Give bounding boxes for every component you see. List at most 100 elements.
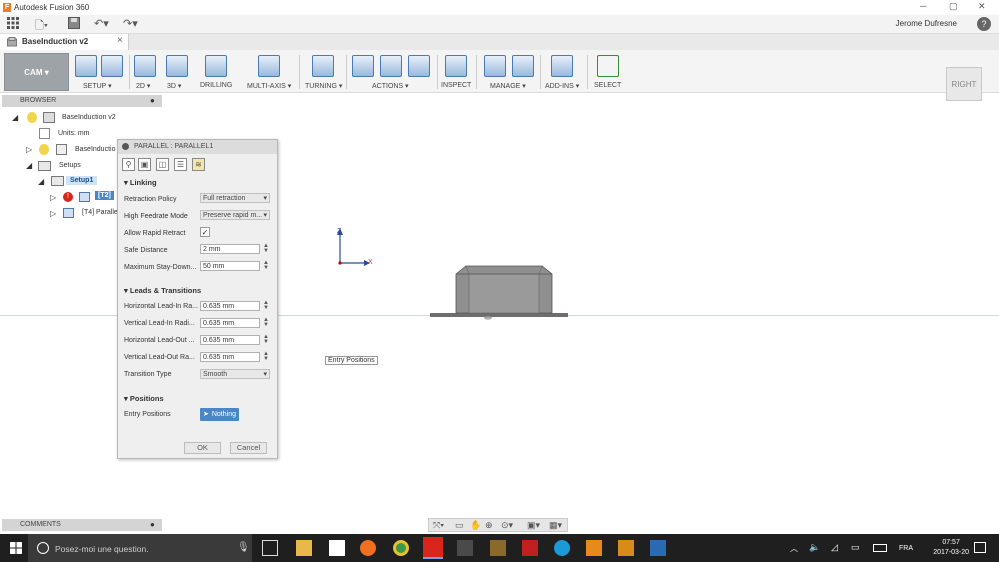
geometry-tab-icon[interactable]: ▣ xyxy=(138,158,151,171)
leads-section-header[interactable]: ▾ Leads & Transitions xyxy=(124,286,201,295)
ribbon-group-drilling[interactable]: DRILLING xyxy=(200,53,232,91)
file-explorer-icon[interactable] xyxy=(296,540,312,556)
microphone-icon[interactable]: 🎙 xyxy=(237,542,250,553)
app-icon[interactable] xyxy=(586,540,602,556)
ribbon-group-inspect[interactable]: INSPECT xyxy=(441,53,471,91)
comments-panel-header[interactable]: COMMENTS ● xyxy=(2,519,162,531)
maximize-button[interactable]: ▢ xyxy=(949,1,958,12)
action-center-icon[interactable] xyxy=(974,542,986,553)
comments-pin-icon[interactable]: ● xyxy=(150,520,155,529)
positions-section-header[interactable]: ▾ Positions xyxy=(124,394,164,403)
windows-start-icon[interactable] xyxy=(10,542,22,556)
look-at-icon[interactable]: ▭ xyxy=(455,520,464,531)
passes-tab-icon[interactable]: ☰ xyxy=(174,158,187,171)
app-icon[interactable] xyxy=(618,540,634,556)
ribbon-group-setup[interactable]: SETUP ▾ xyxy=(74,53,126,91)
ribbon-group-3d[interactable]: 3D ▾ xyxy=(166,53,188,91)
redo-icon[interactable]: ↷▾ xyxy=(123,17,138,30)
help-icon[interactable]: ? xyxy=(977,17,991,31)
skype-icon[interactable] xyxy=(554,540,570,556)
workspace-switcher[interactable]: CAM ▾ xyxy=(4,53,69,91)
volume-icon[interactable]: 🔈 xyxy=(809,542,820,553)
tree-expand-icon[interactable]: ◢ xyxy=(26,161,32,170)
zoom-window-icon[interactable]: ⊕ xyxy=(485,520,493,531)
tray-overflow-icon[interactable]: ︿ xyxy=(790,543,798,554)
grid-settings-icon[interactable]: ▦▾ xyxy=(549,520,562,531)
document-tab[interactable]: BaseInduction v2 × xyxy=(0,34,129,50)
lightbulb-visibility-icon[interactable] xyxy=(27,112,37,123)
part-model[interactable] xyxy=(428,262,573,324)
tree-item-setups[interactable]: Setups xyxy=(59,162,81,169)
taskbar-search-box[interactable]: Posez-moi une question. 🎙 xyxy=(28,534,252,562)
message-icon[interactable]: ▭ xyxy=(851,542,860,553)
orbit-icon[interactable]: ⤧▾ xyxy=(433,520,444,531)
tool-tab-icon[interactable]: ⚲ xyxy=(122,158,135,171)
tree-expand-icon[interactable]: ◢ xyxy=(38,177,44,186)
pan-icon[interactable]: ✋ xyxy=(470,520,481,531)
ribbon-group-multi-axis[interactable]: MULTI-AXIS ▾ xyxy=(247,53,293,91)
ribbon-group-2d[interactable]: 2D ▾ xyxy=(134,53,156,91)
tree-item-component[interactable]: BaseInductio xyxy=(75,146,115,153)
safe-distance-stepper[interactable]: ▲ ▼ xyxy=(263,243,269,254)
data-panel-grid-icon[interactable] xyxy=(7,17,19,32)
vertical-lead-in-stepper[interactable]: ▲ ▼ xyxy=(263,317,269,328)
linking-section-header[interactable]: ▾ Linking xyxy=(124,178,157,187)
vertical-lead-in-field[interactable]: 0.635 mm xyxy=(200,318,260,328)
app-icon[interactable] xyxy=(490,540,506,556)
allow-rapid-retract-checkbox[interactable]: ✓ xyxy=(200,227,210,237)
app-icon[interactable] xyxy=(457,540,473,556)
maximum-stay-down-field[interactable]: 50 mm xyxy=(200,261,260,271)
user-account-menu[interactable]: Jerome Dufresne xyxy=(896,19,957,28)
tree-expand-icon[interactable]: ◢ xyxy=(12,113,18,122)
maximum-stay-down-stepper[interactable]: ▲ ▼ xyxy=(263,260,269,271)
ribbon-group-turning[interactable]: TURNING ▾ xyxy=(304,53,344,91)
close-window-button[interactable]: ✕ xyxy=(978,1,986,12)
undo-icon[interactable]: ↶▾ xyxy=(94,17,109,30)
safe-distance-field[interactable]: 2 mm xyxy=(200,244,260,254)
horizontal-lead-in-stepper[interactable]: ▲ ▼ xyxy=(263,300,269,311)
app-icon[interactable] xyxy=(650,540,666,556)
input-language[interactable]: FRA xyxy=(899,545,913,552)
fit-icon[interactable]: ⊙▾ xyxy=(501,520,513,531)
task-view-icon[interactable] xyxy=(262,540,278,556)
display-settings-icon[interactable]: ▣▾ xyxy=(527,520,540,531)
keyboard-icon[interactable] xyxy=(873,544,887,552)
vertical-lead-out-stepper[interactable]: ▲ ▼ xyxy=(263,351,269,362)
firefox-icon[interactable] xyxy=(360,540,376,556)
system-clock[interactable]: 07:57 2017-03-20 xyxy=(933,538,969,558)
tree-item-document[interactable]: BaseInduction v2 xyxy=(62,114,116,121)
tree-expand-icon[interactable]: ▷ xyxy=(50,193,56,202)
linking-tab-icon[interactable]: ≋ xyxy=(192,158,205,171)
ribbon-group-add-ins[interactable]: ADD-INS ▾ xyxy=(545,53,581,91)
vertical-lead-out-field[interactable]: 0.635 mm xyxy=(200,352,260,362)
high-feedrate-mode-dropdown[interactable]: Preserve rapid m... xyxy=(200,210,270,220)
browser-pin-icon[interactable]: ● xyxy=(150,96,155,105)
fusion-360-taskbar-icon[interactable] xyxy=(423,537,443,559)
horizontal-lead-in-field[interactable]: 0.635 mm xyxy=(200,301,260,311)
cancel-button[interactable]: Cancel xyxy=(230,442,267,454)
chrome-icon[interactable] xyxy=(393,540,409,556)
tree-item-operation-t2[interactable]: [T2] xyxy=(95,191,114,200)
view-cube[interactable]: RIGHT xyxy=(946,67,982,101)
lightbulb-visibility-icon[interactable] xyxy=(39,144,49,155)
ribbon-group-select[interactable]: SELECT xyxy=(593,53,623,91)
tree-expand-icon[interactable]: ▷ xyxy=(50,209,56,218)
horizontal-lead-out-field[interactable]: 0.635 mm xyxy=(200,335,260,345)
app-icon[interactable] xyxy=(522,540,538,556)
tree-item-operation-t4[interactable]: [T4] Paralle xyxy=(82,209,118,216)
entry-positions-select-button[interactable]: ➤ Nothing xyxy=(200,408,239,421)
store-icon[interactable] xyxy=(329,540,345,556)
retraction-policy-dropdown[interactable]: Full retraction xyxy=(200,193,270,203)
dialog-menu-icon[interactable] xyxy=(122,143,129,150)
heights-tab-icon[interactable]: ◫ xyxy=(156,158,169,171)
ribbon-group-manage[interactable]: MANAGE ▾ xyxy=(484,53,534,91)
transition-type-dropdown[interactable]: Smooth xyxy=(200,369,270,379)
tree-item-units[interactable]: Units: mm xyxy=(58,130,90,137)
ok-button[interactable]: OK xyxy=(184,442,221,454)
tree-item-setup1[interactable]: Setup1 xyxy=(66,176,98,185)
network-icon[interactable]: ◿ xyxy=(831,542,838,553)
close-tab-icon[interactable]: × xyxy=(117,35,123,46)
save-icon[interactable] xyxy=(68,17,80,32)
tree-expand-icon[interactable]: ▷ xyxy=(26,145,32,154)
ribbon-group-actions[interactable]: ACTIONS ▾ xyxy=(352,53,432,91)
